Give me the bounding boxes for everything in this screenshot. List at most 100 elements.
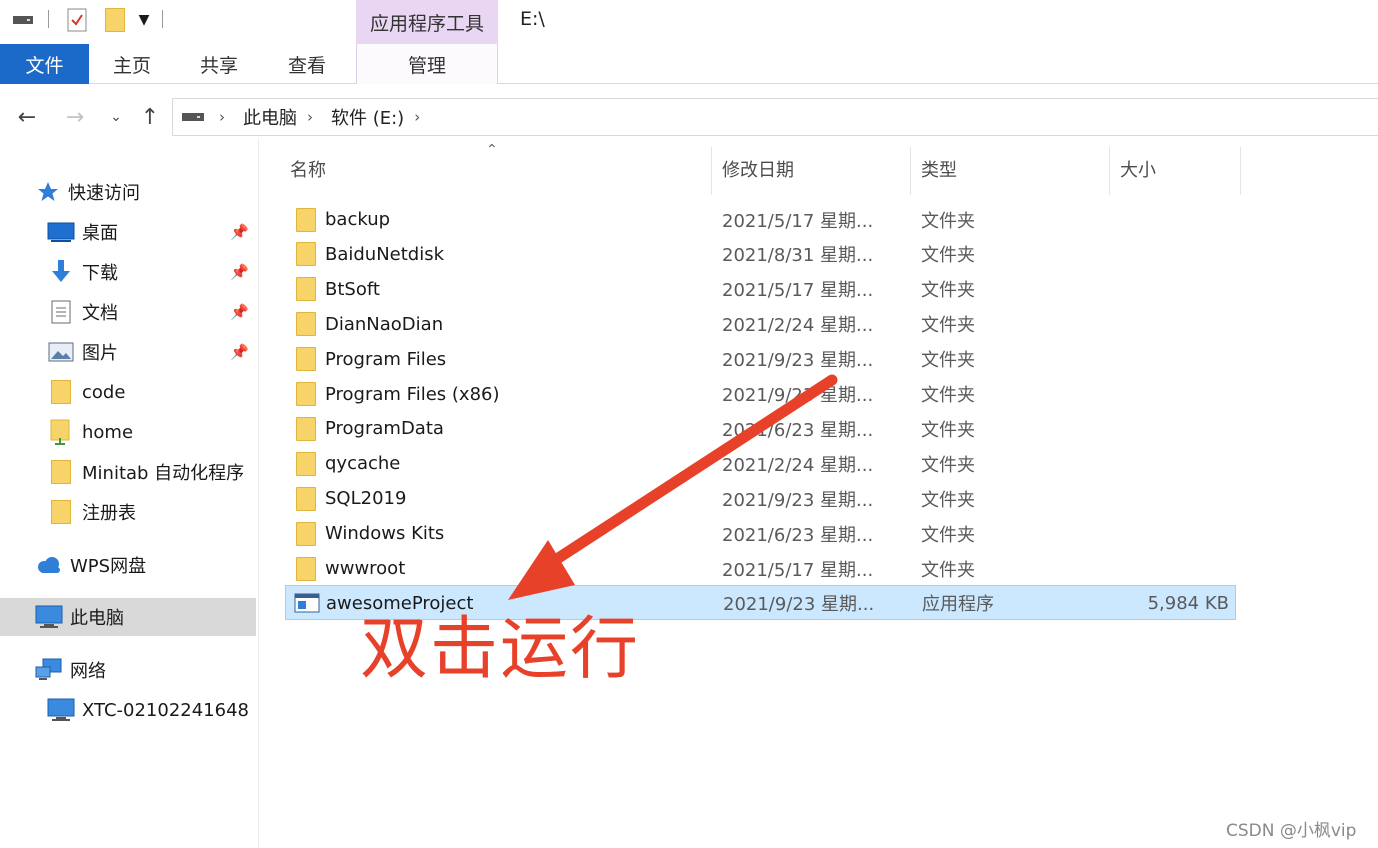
picture-icon: [46, 339, 76, 365]
sidebar-item-label: 文档: [82, 303, 118, 324]
pin-icon[interactable]: 📌: [230, 263, 249, 281]
file-row[interactable]: BtSoft 2021/5/17 星期... 文件夹: [285, 272, 1236, 307]
breadcrumb-chevron-icon[interactable]: ›: [307, 108, 313, 126]
file-row[interactable]: Program Files 2021/9/23 星期... 文件夹: [285, 342, 1236, 377]
file-modified-date: 2021/5/17 星期...: [722, 280, 874, 302]
column-divider[interactable]: [910, 147, 911, 195]
computer-icon: [34, 604, 64, 630]
file-type: 文件夹: [921, 489, 975, 511]
forward-arrow-icon[interactable]: →: [58, 100, 92, 134]
sidebar-item-label: WPS网盘: [70, 556, 147, 577]
file-row[interactable]: Windows Kits 2021/6/23 星期... 文件夹: [285, 516, 1236, 551]
tab-home[interactable]: 主页: [94, 44, 170, 84]
column-divider[interactable]: [1109, 147, 1110, 195]
sidebar-item-label: 网络: [70, 661, 106, 682]
sidebar-item-documents[interactable]: 文档 📌: [0, 293, 256, 331]
column-header-size[interactable]: 大小: [1120, 145, 1240, 193]
folder-icon: [293, 481, 319, 516]
sidebar-item-registry[interactable]: 注册表: [0, 493, 256, 531]
new-folder-icon[interactable]: [102, 6, 128, 34]
file-modified-date: 2021/9/23 星期...: [722, 385, 874, 406]
sidebar-item-desktop[interactable]: 桌面 📌: [0, 213, 256, 251]
file-row[interactable]: DianNaoDian 2021/2/24 星期... 文件夹: [285, 307, 1236, 342]
tab-share[interactable]: 共享: [180, 44, 258, 84]
sidebar-item-label: 注册表: [82, 503, 136, 524]
file-row[interactable]: Program Files (x86) 2021/9/23 星期... 文件夹: [285, 377, 1236, 412]
column-divider[interactable]: [1240, 147, 1241, 195]
pin-icon[interactable]: 📌: [230, 303, 249, 321]
address-bar[interactable]: › 此电脑 › 软件 (E:) ›: [172, 98, 1378, 136]
folder-icon: [293, 446, 319, 481]
file-modified-date: 2021/9/23 星期...: [723, 594, 875, 616]
file-type: 文件夹: [921, 280, 975, 302]
sidebar-item-label: code: [82, 381, 126, 403]
file-modified-date: 2021/5/17 星期...: [722, 210, 874, 232]
file-type: 文件夹: [921, 385, 975, 406]
up-arrow-icon[interactable]: ↑: [134, 100, 166, 134]
folder-icon: [46, 419, 76, 445]
file-name: wwwroot: [325, 558, 406, 579]
sidebar-item-wps-cloud[interactable]: WPS网盘: [0, 546, 256, 584]
folder-icon: [293, 202, 319, 237]
sidebar-item-home[interactable]: home: [0, 413, 256, 451]
tab-view[interactable]: 查看: [268, 44, 346, 84]
folder-icon: [46, 379, 76, 405]
window-title: E:\: [520, 8, 545, 30]
sidebar-item-network-pc[interactable]: XTC-02102241648: [0, 691, 256, 729]
file-list: ⌃ 名称 修改日期 类型 大小 backup 2021/5/17 星期... 文件夹…: [270, 142, 1378, 848]
file-modified-date: 2021/9/23 星期...: [722, 350, 874, 372]
drive-icon[interactable]: [10, 6, 36, 34]
sidebar-item-this-pc[interactable]: 此电脑: [0, 598, 256, 636]
document-icon: [46, 299, 76, 325]
file-row[interactable]: ProgramData 2021/6/23 星期... 文件夹: [285, 411, 1236, 446]
sidebar-item-code[interactable]: code: [0, 373, 256, 411]
sidebar-item-minitab[interactable]: Minitab 自动化程序: [0, 453, 256, 491]
cloud-icon: [34, 552, 64, 578]
file-type: 文件夹: [921, 245, 975, 267]
application-icon: [294, 586, 320, 621]
column-header-name[interactable]: 名称: [290, 145, 710, 193]
breadcrumb-this-pc[interactable]: 此电脑: [243, 104, 297, 130]
properties-icon[interactable]: [64, 6, 90, 34]
watermark: CSDN @小枫vip: [1226, 821, 1357, 841]
breadcrumb-chevron-icon[interactable]: ›: [219, 108, 225, 126]
tab-manage[interactable]: 管理: [356, 44, 498, 84]
tab-file[interactable]: 文件: [0, 44, 89, 84]
file-name: Program Files (x86): [325, 383, 500, 405]
sidebar-item-pictures[interactable]: 图片 📌: [0, 333, 256, 371]
breadcrumb-chevron-icon[interactable]: ›: [414, 108, 420, 126]
file-name: SQL2019: [325, 488, 407, 510]
recent-locations-chevron-icon[interactable]: ⌄: [104, 100, 128, 134]
breadcrumb-drive-e[interactable]: 软件 (E:): [331, 104, 404, 130]
file-modified-date: 2021/2/24 星期...: [722, 315, 874, 337]
back-arrow-icon[interactable]: ←: [10, 100, 44, 134]
sidebar-item-quick-access[interactable]: 快速访问: [0, 173, 256, 211]
file-row[interactable]: backup 2021/5/17 星期... 文件夹: [285, 202, 1236, 237]
file-name: backup: [325, 209, 391, 230]
file-row[interactable]: wwwroot 2021/5/17 星期... 文件夹: [285, 551, 1236, 586]
sidebar-item-label: 图片: [82, 343, 118, 364]
column-header-type[interactable]: 类型: [921, 145, 1101, 193]
pin-icon[interactable]: 📌: [230, 343, 249, 361]
file-type: 应用程序: [922, 594, 994, 616]
file-row[interactable]: qycache 2021/2/24 星期... 文件夹: [285, 446, 1236, 481]
column-header-date[interactable]: 修改日期: [722, 145, 902, 193]
sidebar-item-downloads[interactable]: 下载 📌: [0, 253, 256, 291]
file-type: 文件夹: [921, 559, 975, 581]
file-modified-date: 2021/6/23 星期...: [722, 419, 874, 441]
folder-icon: [293, 272, 319, 307]
pane-divider[interactable]: [258, 138, 259, 848]
file-row[interactable]: BaiduNetdisk 2021/8/31 星期... 文件夹: [285, 237, 1236, 272]
pin-icon[interactable]: 📌: [230, 223, 249, 241]
file-name: ProgramData: [325, 418, 444, 440]
file-type: 文件夹: [921, 419, 975, 441]
file-name: Windows Kits: [325, 523, 445, 545]
toolbar-separator: [48, 10, 49, 28]
sidebar-item-network[interactable]: 网络: [0, 651, 256, 689]
file-size: 5,984 KB: [1147, 592, 1229, 614]
file-modified-date: 2021/9/23 星期...: [722, 489, 874, 511]
customize-dropdown-icon[interactable]: ▼: [134, 6, 154, 34]
column-divider[interactable]: [711, 147, 712, 195]
file-name: DianNaoDian: [325, 313, 444, 335]
file-row[interactable]: SQL2019 2021/9/23 星期... 文件夹: [285, 481, 1236, 516]
